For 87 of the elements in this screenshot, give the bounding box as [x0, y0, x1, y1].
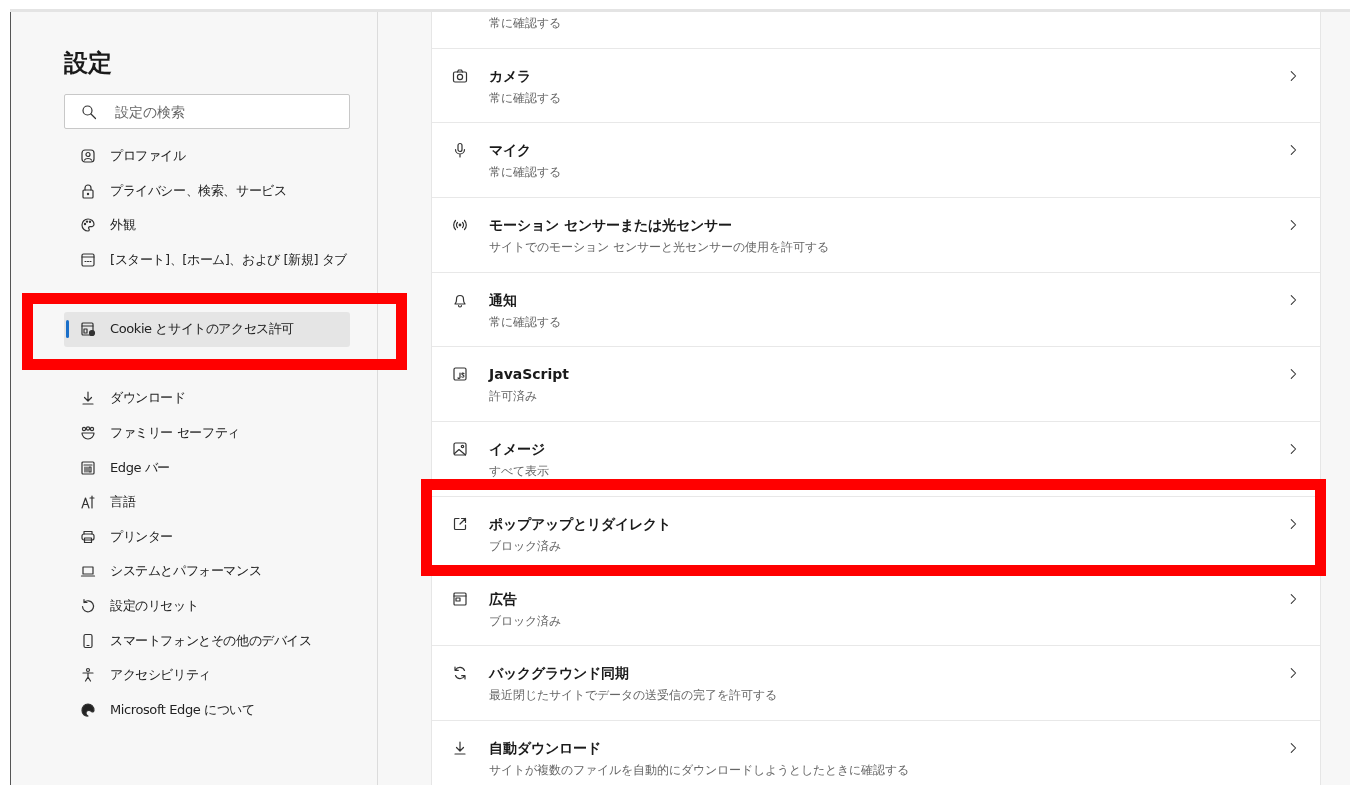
ad-window-icon [452, 590, 468, 607]
sidebar-item[interactable]: ダウンロード [64, 381, 350, 416]
permission-title: JavaScript [489, 365, 570, 384]
family-icon [80, 425, 96, 442]
laptop-icon [80, 563, 96, 580]
language-icon [80, 494, 96, 511]
permission-status: 最近閉じたサイトでデータの送受信の完了を許可する [489, 687, 777, 704]
permission-row[interactable]: 自動ダウンロード サイトが複数のファイルを自動的にダウンロードしようとしたときに確認する [432, 720, 1320, 785]
sidebar-item[interactable]: ファミリー セーフティ [64, 415, 350, 451]
permission-status: ブロック済み [489, 612, 561, 629]
permission-status: ブロック済み [489, 537, 561, 554]
new-tab-icon [80, 252, 96, 269]
sidebar-label: プリンター [110, 527, 173, 546]
permission-title: 広告 [489, 589, 517, 608]
permission-title: モーション センサーまたは光センサー [489, 216, 732, 235]
permission-status: サイトが複数のファイルを自動的にダウンロードしようとしたときに確認する [489, 761, 909, 778]
sidebar-label: [スタート]、[ホーム]、および [新規] タブ [110, 251, 348, 270]
page-title: 設定 [64, 48, 113, 78]
permission-status: 許可済み [489, 388, 537, 405]
image-icon [452, 441, 468, 458]
phone-icon [80, 632, 96, 649]
accessibility-icon [80, 667, 96, 684]
sidebar-item[interactable]: 設定のリセット [64, 588, 350, 624]
permission-title: 通知 [489, 290, 517, 309]
sidebar-item[interactable]: プリンター [64, 519, 350, 555]
permission-title: ポップアップとリダイレクト [489, 514, 671, 533]
sidebar-label: 設定のリセット [110, 597, 199, 615]
permission-status: 常に確認する [489, 15, 561, 31]
printer-icon [80, 528, 96, 545]
reset-icon [80, 598, 96, 614]
search-icon [81, 104, 97, 120]
sidebar-item[interactable]: プライバシー、検索、サービス [64, 173, 350, 209]
sync-icon [452, 665, 468, 682]
permission-status: 常に確認する [489, 164, 561, 181]
permission-status: 常に確認する [489, 89, 561, 106]
sidebar-item[interactable]: プロファイル [64, 139, 350, 174]
permission-title: 自動ダウンロード [489, 738, 601, 757]
permission-row[interactable]: JavaScript 許可済み [432, 347, 1320, 423]
permission-title: カメラ [489, 66, 531, 85]
permission-status: サイトでのモーション センサーと光センサーの使用を許可する [489, 239, 829, 256]
sidebar-item[interactable]: Microsoft Edge について [64, 692, 350, 728]
sidebar-item[interactable]: Cookie とサイトのアクセス許可 [64, 311, 350, 347]
sidebar-label: 外観 [110, 216, 136, 235]
permission-row[interactable]: バックグラウンド同期 最近閉じたサイトでデータの送受信の完了を許可する [432, 646, 1320, 721]
permission-status: すべて表示 [489, 463, 549, 480]
sidebar-item[interactable]: 言語 [64, 484, 350, 520]
sidebar-label: ダウンロード [110, 389, 186, 408]
sidebar-label: Cookie とサイトのアクセス許可 [110, 320, 295, 339]
permission-title: マイク [489, 141, 531, 160]
permission-status: 常に確認する [489, 313, 561, 330]
sidebar-label: Microsoft Edge について [110, 700, 255, 719]
permission-row[interactable]: イメージ すべて表示 [432, 422, 1320, 497]
permission-row[interactable]: マイク 常に確認する [432, 123, 1320, 199]
sidebar-label: 言語 [110, 493, 136, 512]
permission-row[interactable]: ポップアップとリダイレクト ブロック済み [432, 496, 1320, 572]
permission-row[interactable]: 常に確認する [432, 12, 1320, 49]
sidebar-item[interactable]: 外観 [64, 208, 350, 243]
cookie-settings-icon [80, 321, 96, 338]
search-field[interactable]: 設定の検索 [64, 94, 350, 129]
download-icon [452, 739, 468, 756]
lock-icon [80, 182, 96, 199]
sidebar-label: ファミリー セーフティ [110, 424, 240, 443]
sidebar-item[interactable]: スマートフォンとその他のデバイス [64, 623, 350, 658]
sidebar-label: プロファイル [110, 147, 186, 166]
profile-icon [80, 148, 96, 165]
permission-row[interactable]: 広告 ブロック済み [432, 571, 1320, 647]
sidebar-item[interactable]: [スタート]、[ホーム]、および [新規] タブ [64, 242, 350, 278]
sidebar-item[interactable]: Edge バー [64, 450, 350, 485]
palette-icon [80, 217, 96, 234]
sidebar-label: アクセシビリティ [110, 666, 211, 685]
permission-title: バックグラウンド同期 [489, 664, 629, 683]
sidebar-label: Edge バー [110, 458, 171, 477]
download-icon [80, 390, 96, 407]
external-window-icon [452, 515, 468, 532]
sidebar-item[interactable]: システムとパフォーマンス [64, 554, 350, 589]
edge-bar-icon [80, 459, 96, 476]
sidebar-item[interactable]: アクセシビリティ [64, 657, 350, 693]
permission-title: イメージ [489, 440, 545, 459]
permission-row[interactable]: 通知 常に確認する [432, 272, 1320, 348]
camera-icon [452, 67, 468, 84]
sidebar-label: スマートフォンとその他のデバイス [110, 631, 312, 650]
sidebar-label: システムとパフォーマンス [110, 562, 262, 581]
sidebar-label: プライバシー、検索、サービス [110, 181, 287, 200]
permission-row[interactable]: モーション センサーまたは光センサー サイトでのモーション センサーと光センサーの使用を許可する [432, 198, 1320, 273]
permission-row[interactable]: カメラ 常に確認する [432, 48, 1320, 124]
microphone-icon [452, 142, 468, 159]
script-file-icon [452, 366, 468, 383]
